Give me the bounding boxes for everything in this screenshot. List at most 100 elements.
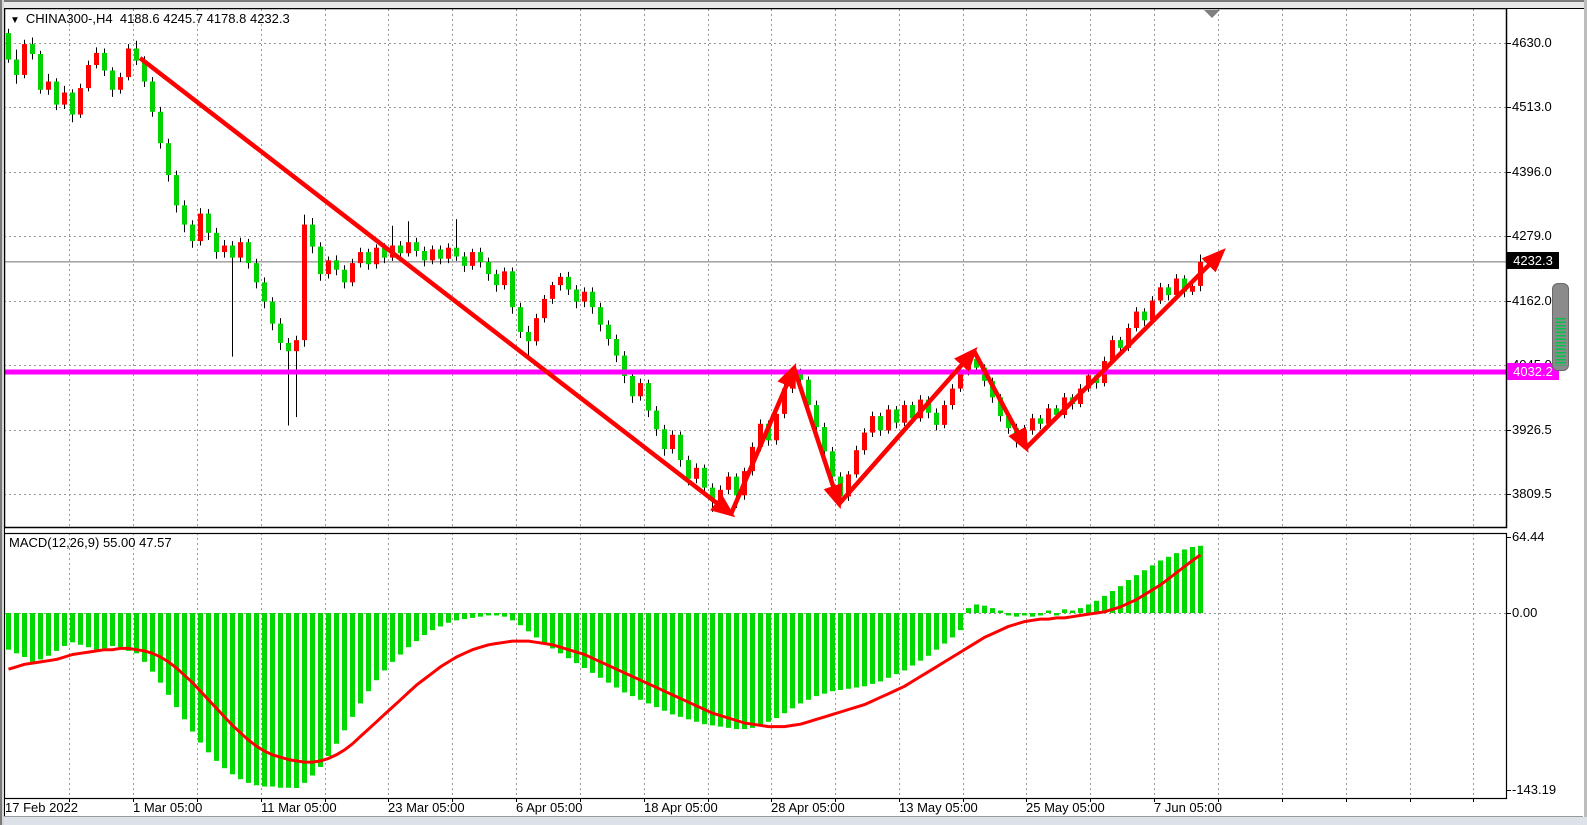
macd-bar <box>958 613 963 630</box>
macd-bar <box>246 613 251 783</box>
macd-bar <box>750 613 755 728</box>
trend-arrow <box>1026 252 1222 448</box>
macd-bar <box>470 613 475 618</box>
macd-bar <box>662 613 667 711</box>
macd-bar <box>198 613 203 743</box>
macd-bar <box>542 613 547 644</box>
candle-down <box>110 71 115 90</box>
candle-up <box>22 44 27 75</box>
macd-bar <box>446 613 451 623</box>
macd-bar <box>494 613 499 615</box>
candle-down <box>486 262 491 274</box>
macd-bar <box>862 613 867 686</box>
candle-down <box>1118 340 1123 348</box>
macd-bar <box>1174 553 1179 613</box>
candle-up <box>718 490 723 501</box>
candle-up <box>558 277 563 285</box>
macd-bar <box>718 613 723 727</box>
chart-shift-marker-icon[interactable] <box>1204 10 1220 18</box>
candle-down <box>662 429 667 449</box>
candle-up <box>958 372 963 389</box>
symbol-title: CHINA300-,H4 <box>26 11 113 26</box>
macd-bar <box>166 613 171 695</box>
macd-bar <box>110 613 115 646</box>
candle-up <box>62 93 67 105</box>
candle-down <box>1038 418 1043 424</box>
price-axis-label: 3809.5 <box>1512 486 1552 501</box>
macd-bar <box>1134 575 1139 613</box>
candle-up <box>94 53 99 65</box>
candle-up <box>542 299 547 318</box>
candle-down <box>454 248 459 257</box>
candle-down <box>318 247 323 275</box>
candle-down <box>134 49 139 61</box>
candle-down <box>54 82 59 105</box>
time-axis-label: 18 Apr 05:00 <box>644 800 718 815</box>
macd-pane-border <box>5 534 1507 799</box>
macd-bar <box>182 613 187 719</box>
candle-down <box>70 93 75 115</box>
candle-down <box>934 413 939 425</box>
time-axis-label: 17 Feb 2022 <box>5 800 78 815</box>
macd-bar <box>1166 557 1171 613</box>
candle-down <box>598 307 603 325</box>
macd-bar <box>734 613 739 729</box>
macd-bar <box>398 613 403 655</box>
macd-bar <box>534 613 539 637</box>
macd-bar <box>582 613 587 668</box>
candle-down <box>14 60 19 75</box>
macd-bar <box>614 613 619 688</box>
scrollbar-thumb[interactable] <box>1552 283 1569 371</box>
macd-bar <box>1054 613 1059 615</box>
ohlc-values: 4188.6 4245.7 4178.8 4232.3 <box>120 11 290 26</box>
macd-axis-label: 64.44 <box>1512 529 1545 544</box>
macd-bar <box>1078 608 1083 613</box>
macd-bar <box>1086 604 1091 613</box>
macd-bar <box>1022 613 1027 615</box>
macd-bar <box>406 613 411 647</box>
candle-down <box>462 257 467 266</box>
macd-bar <box>790 613 795 708</box>
candle-down <box>438 249 443 258</box>
macd-bar <box>278 613 283 788</box>
current-price-tag: 4232.3 <box>1507 252 1559 269</box>
macd-bar <box>766 613 771 722</box>
macd-values: 55.00 47.57 <box>103 535 172 550</box>
candle-down <box>30 44 35 54</box>
macd-axis-label: -143.19 <box>1512 782 1556 797</box>
candle-up <box>430 249 435 260</box>
macd-header: MACD(12,26,9) 55.00 47.57 <box>9 535 172 550</box>
macd-bar <box>870 613 875 684</box>
macd-bar <box>150 613 155 672</box>
macd-bar <box>918 613 923 661</box>
candle-down <box>150 82 155 112</box>
price-axis-label: 3926.5 <box>1512 422 1552 437</box>
candle-down <box>102 53 107 71</box>
time-axis-label: 13 May 05:00 <box>899 800 978 815</box>
macd-bar <box>70 613 75 642</box>
chart-canvas[interactable] <box>0 0 1587 825</box>
macd-bar <box>318 613 323 767</box>
candle-down <box>166 143 171 175</box>
candle-up <box>470 252 475 266</box>
candle-up <box>222 246 227 253</box>
candle-up <box>118 77 123 90</box>
macd-bar <box>190 613 195 732</box>
trend-arrow <box>140 58 731 514</box>
candle-down <box>214 233 219 252</box>
candle-up <box>1158 287 1163 300</box>
window-frame-top <box>0 0 1587 8</box>
macd-bar <box>430 613 435 630</box>
macd-bar <box>1038 613 1043 615</box>
macd-axis-label: 0.00 <box>1512 605 1537 620</box>
chart-window: ▼CHINA300-,H4 4188.6 4245.7 4178.8 4232.… <box>0 0 1587 825</box>
candle-up <box>198 214 203 242</box>
price-axis-label: 4513.0 <box>1512 99 1552 114</box>
macd-bar <box>598 613 603 678</box>
macd-bar <box>574 613 579 663</box>
time-axis-label: 11 Mar 05:00 <box>261 800 337 815</box>
candle-down <box>878 416 883 430</box>
macd-bar <box>390 613 395 662</box>
macd-bar <box>678 613 683 717</box>
macd-bar <box>798 613 803 703</box>
